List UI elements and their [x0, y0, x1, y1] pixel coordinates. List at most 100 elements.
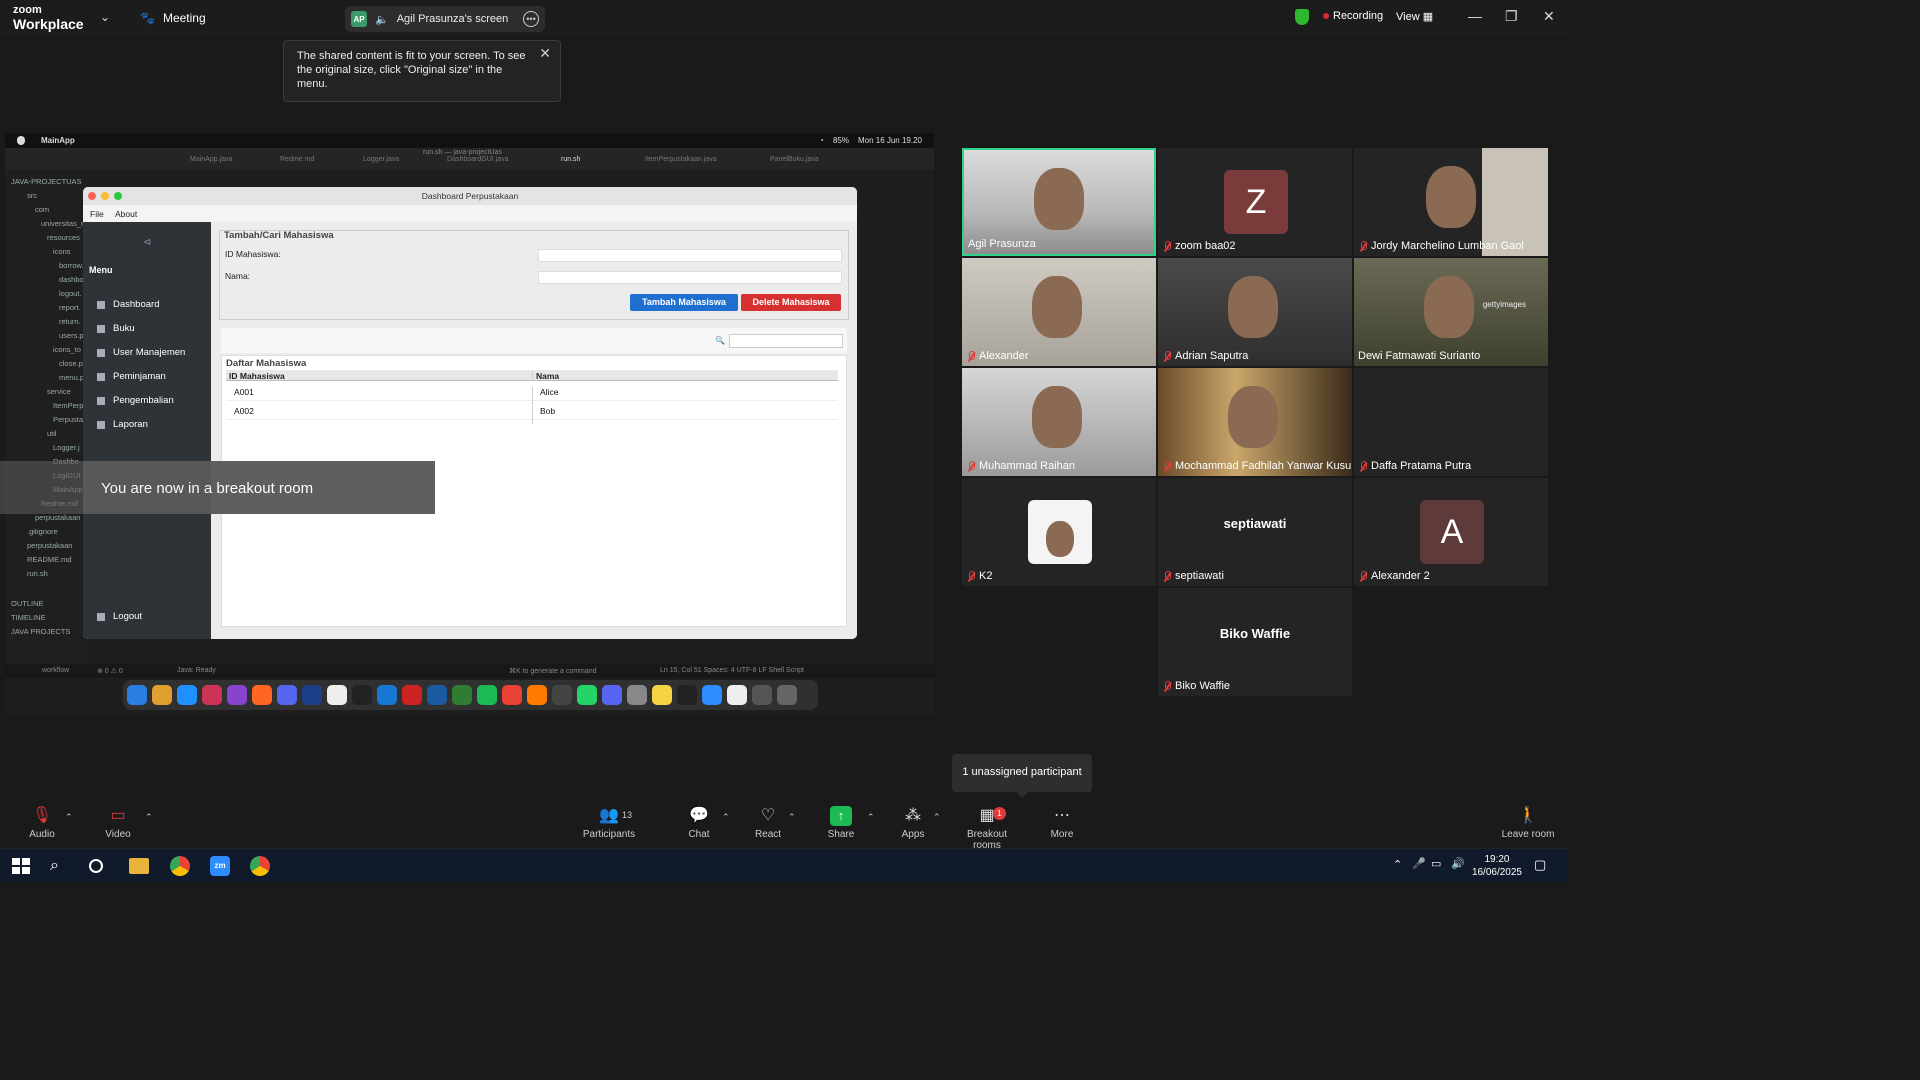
dock-app-icon[interactable] — [127, 685, 147, 705]
sidebar-item-laporan[interactable]: Laporan — [97, 419, 148, 430]
dock-app-icon[interactable] — [352, 685, 372, 705]
explorer-item[interactable]: universitas_r — [41, 219, 84, 228]
dock-app-icon[interactable] — [227, 685, 247, 705]
dashboard-perpustakaan-window[interactable]: Dashboard Perpustakaan File About ⊲ Menu… — [83, 187, 857, 639]
explorer-item[interactable]: perpustakaan — [35, 513, 80, 522]
sidebar-item-buku[interactable]: Buku — [97, 323, 135, 334]
dock-app-icon[interactable] — [377, 685, 397, 705]
explorer-item[interactable]: report. — [59, 303, 81, 312]
share-options-caret[interactable]: ⌃ — [867, 812, 875, 823]
apps-options-caret[interactable]: ⌃ — [933, 812, 941, 823]
explorer-item[interactable]: dashbo — [59, 275, 84, 284]
leave-room-button[interactable]: 🚶 Leave room — [1493, 806, 1563, 840]
table-row[interactable]: A002 Bob — [226, 401, 838, 424]
security-shield-icon[interactable] — [1295, 9, 1309, 25]
video-options-caret[interactable]: ⌃ — [145, 812, 153, 823]
participant-tile[interactable]: septiawati septiawati — [1158, 478, 1352, 586]
file-explorer-icon[interactable] — [129, 858, 149, 874]
editor-tab[interactable]: PanelBuku.java — [770, 156, 819, 163]
shared-screen[interactable]: MainApp ◔ 85% Mon 16 Jun 19.20 run.sh — … — [5, 133, 934, 714]
notification-icon[interactable]: ▢ — [1534, 857, 1546, 873]
tray-volume-icon[interactable]: 🔊 — [1451, 857, 1465, 870]
dock-app-icon[interactable] — [277, 685, 297, 705]
dock-app-icon[interactable] — [177, 685, 197, 705]
participant-tile[interactable]: Agil Prasunza — [962, 148, 1156, 256]
explorer-item[interactable]: resources — [47, 233, 80, 242]
dock-app-icon[interactable] — [502, 685, 522, 705]
video-button[interactable]: ▭ Video — [83, 806, 153, 840]
collapse-icon[interactable]: ⊲ — [143, 237, 151, 248]
explorer-item[interactable]: JAVA PROJECTS — [11, 627, 70, 636]
participant-tile[interactable]: gettyimages Dewi Fatmawati Surianto — [1354, 258, 1548, 366]
dock-app-icon[interactable] — [327, 685, 347, 705]
explorer-item[interactable]: Perpusta — [53, 415, 83, 424]
recording-indicator[interactable]: Recording — [1323, 10, 1383, 22]
explorer-item[interactable]: logout. — [59, 289, 82, 298]
participant-tile[interactable]: Zzoom baa02 — [1158, 148, 1352, 256]
participant-tile[interactable]: A Alexander 2 — [1354, 478, 1548, 586]
dock-app-icon[interactable] — [402, 685, 422, 705]
menu-file[interactable]: File — [90, 209, 104, 219]
close-icon[interactable]: ✕ — [1543, 8, 1555, 25]
participant-tile[interactable]: Jordy Marchelino Lumban Gaol — [1354, 148, 1548, 256]
tambah-mahasiswa-button[interactable]: Tambah Mahasiswa — [630, 294, 738, 311]
dock-app-icon[interactable] — [577, 685, 597, 705]
windows-start-icon[interactable] — [10, 856, 30, 876]
chrome-profile-icon[interactable] — [250, 856, 270, 876]
editor-tab[interactable]: ItemPerpustakaan.java — [645, 156, 717, 163]
breakout-rooms-button[interactable]: ▦ Breakout rooms — [952, 806, 1022, 851]
explorer-item[interactable]: com — [35, 205, 49, 214]
explorer-item[interactable]: run.sh — [27, 569, 48, 578]
explorer-item[interactable]: OUTLINE — [11, 599, 44, 608]
dock-app-icon[interactable] — [427, 685, 447, 705]
taskbar-clock[interactable]: 19:20 16/06/2025 — [1472, 853, 1522, 879]
dock-app-icon[interactable] — [777, 685, 797, 705]
search-input[interactable] — [729, 334, 843, 348]
close-traffic-light[interactable] — [88, 192, 96, 200]
dock-app-icon[interactable] — [702, 685, 722, 705]
chrome-icon[interactable] — [170, 856, 190, 876]
explorer-item[interactable]: icons — [53, 247, 71, 256]
explorer-item[interactable]: .gitignore — [27, 527, 58, 536]
restore-icon[interactable]: ❐ — [1505, 8, 1518, 25]
dock-app-icon[interactable] — [652, 685, 672, 705]
dock-app-icon[interactable] — [677, 685, 697, 705]
nama-input[interactable] — [538, 271, 842, 284]
task-view-icon[interactable] — [89, 859, 103, 873]
zoom-app-icon[interactable]: zm — [210, 856, 230, 876]
view-button[interactable]: View ▦ — [1396, 10, 1433, 23]
dock-app-icon[interactable] — [552, 685, 572, 705]
search-icon[interactable]: ⌕ — [50, 856, 70, 876]
explorer-item[interactable]: icons_to — [53, 345, 81, 354]
menu-about[interactable]: About — [115, 209, 137, 219]
dock-app-icon[interactable] — [252, 685, 272, 705]
dock-app-icon[interactable] — [727, 685, 747, 705]
dock-app-icon[interactable] — [627, 685, 647, 705]
explorer-item[interactable]: return. — [59, 317, 81, 326]
more-options-icon[interactable]: ••• — [523, 11, 539, 27]
editor-tab-active[interactable]: run.sh — [561, 156, 580, 163]
dock-app-icon[interactable] — [602, 685, 622, 705]
tray-chevron-icon[interactable]: ⌃ — [1393, 858, 1402, 871]
meeting-menu[interactable]: 🐾 Meeting — [140, 11, 206, 25]
sidebar-item-peminjaman[interactable]: Peminjaman — [97, 371, 166, 382]
editor-tab[interactable]: DashboardGUI.java — [447, 156, 508, 163]
column-header[interactable]: ID Mahasiswa — [229, 371, 285, 381]
table-row[interactable]: A001 Alice — [226, 382, 838, 405]
delete-mahasiswa-button[interactable]: Delete Mahasiswa — [741, 294, 841, 311]
editor-tab[interactable]: Redme.md — [280, 156, 314, 163]
explorer-item[interactable]: util — [47, 429, 57, 438]
tray-mic-icon[interactable]: 🎤 — [1412, 857, 1426, 870]
chevron-down-icon[interactable]: ⌄ — [100, 10, 110, 24]
dock-app-icon[interactable] — [477, 685, 497, 705]
explorer-item[interactable]: menu.p — [59, 373, 84, 382]
chat-options-caret[interactable]: ⌃ — [722, 812, 730, 823]
zoom-traffic-light[interactable] — [114, 192, 122, 200]
explorer-item[interactable]: users.p — [59, 331, 84, 340]
minimize-traffic-light[interactable] — [101, 192, 109, 200]
explorer-item[interactable]: TIMELINE — [11, 613, 46, 622]
screen-share-pill[interactable]: AP 🔈 Agil Prasunza's screen ••• — [345, 6, 545, 32]
participant-tile[interactable]: Biko Waffie Biko Waffie — [1158, 588, 1352, 696]
sidebar-item-dashboard[interactable]: Dashboard — [97, 299, 159, 310]
dock-app-icon[interactable] — [202, 685, 222, 705]
